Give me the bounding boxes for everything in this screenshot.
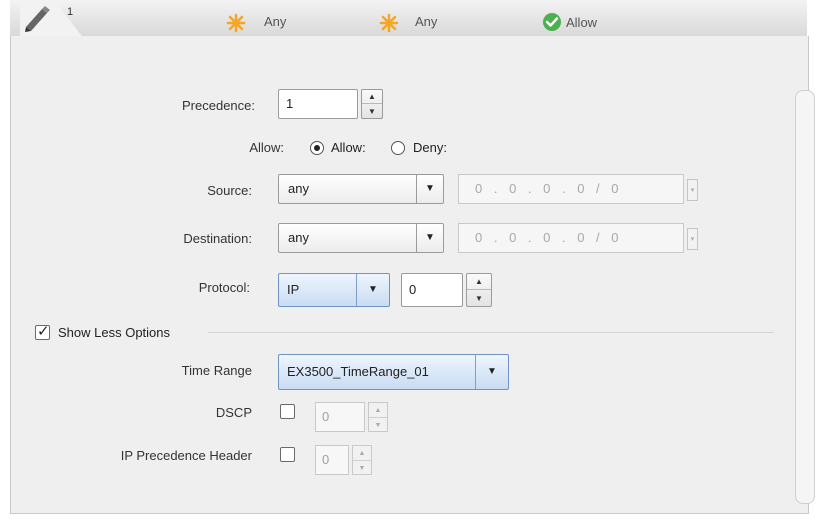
rule-number: 1 <box>67 6 74 18</box>
deny-radio[interactable] <box>391 141 405 155</box>
rule-summary-bar[interactable]: 1 Any Any Allow <box>10 0 807 44</box>
pencil-icon[interactable] <box>22 4 54 32</box>
source-ip-field[interactable]: 0 . 0 . 0 . 0 / 0 <box>458 174 684 204</box>
show-less-options-label[interactable]: Show Less Options <box>58 325 170 340</box>
chevron-up-icon[interactable]: ▲ <box>369 403 387 418</box>
allow-option-label[interactable]: Allow: <box>331 140 366 155</box>
protocol-select-value: IP <box>287 282 300 297</box>
source-ip-stepper[interactable]: ▾ <box>687 179 698 201</box>
chevron-down-icon[interactable]: ▼ <box>369 418 387 432</box>
dscp-input[interactable]: 0 <box>315 402 365 432</box>
ip-precedence-header-stepper[interactable]: ▲ ▼ <box>352 445 372 475</box>
precedence-input[interactable]: 1 <box>278 89 358 119</box>
dscp-label: DSCP <box>215 405 252 420</box>
destination-select[interactable]: any ▼ <box>278 223 444 253</box>
show-less-options-checkbox[interactable] <box>35 322 50 340</box>
destination-ip-stepper[interactable]: ▾ <box>687 228 698 250</box>
protocol-select[interactable]: IP ▼ <box>278 273 390 307</box>
time-range-select-value: EX3500_TimeRange_01 <box>287 364 429 379</box>
sun-asterisk-icon <box>226 13 246 33</box>
destination-label: Destination: <box>183 231 252 246</box>
chevron-up-icon[interactable]: ▲ <box>467 274 491 290</box>
ip-precedence-header-input[interactable]: 0 <box>315 445 349 475</box>
destination-ip-field[interactable]: 0 . 0 . 0 . 0 / 0 <box>458 223 684 253</box>
chevron-up-icon[interactable]: ▲ <box>353 446 371 461</box>
precedence-stepper[interactable]: ▲ ▼ <box>361 89 383 119</box>
dscp-checkbox[interactable] <box>280 404 295 419</box>
action-summary: Allow <box>566 15 598 30</box>
source-summary: Any <box>264 14 287 29</box>
protocol-label: Protocol: <box>198 280 250 295</box>
chevron-down-icon[interactable]: ▼ <box>416 175 443 203</box>
chevron-down-icon[interactable]: ▼ <box>475 355 508 389</box>
ip-precedence-header-label: IP Precedence Header <box>120 448 252 463</box>
source-label: Source: <box>207 183 252 198</box>
time-range-select[interactable]: EX3500_TimeRange_01 ▼ <box>278 354 509 390</box>
time-range-label: Time Range <box>181 363 252 378</box>
destination-summary: Any <box>415 14 438 29</box>
source-select-value: any <box>288 181 309 196</box>
sun-asterisk-icon <box>379 13 399 33</box>
allow-radio[interactable] <box>310 141 324 155</box>
source-select[interactable]: any ▼ <box>278 174 444 204</box>
precedence-label: Precedence: <box>182 98 255 113</box>
green-check-circle-icon <box>542 12 562 32</box>
chevron-down-icon[interactable]: ▼ <box>362 104 382 118</box>
chevron-down-icon[interactable]: ▼ <box>467 290 491 306</box>
chevron-down-icon[interactable]: ▼ <box>416 224 443 252</box>
deny-option-label[interactable]: Deny: <box>413 140 447 155</box>
ip-precedence-header-checkbox[interactable] <box>280 447 295 462</box>
vertical-scrollbar[interactable] <box>795 90 815 504</box>
dscp-stepper[interactable]: ▲ ▼ <box>368 402 388 432</box>
protocol-number-input[interactable]: 0 <box>401 273 463 307</box>
chevron-down-icon[interactable]: ▼ <box>356 274 389 306</box>
section-divider <box>208 332 774 333</box>
chevron-down-icon[interactable]: ▼ <box>353 461 371 475</box>
allow-label: Allow: <box>249 140 284 155</box>
protocol-number-stepper[interactable]: ▲ ▼ <box>466 273 492 307</box>
destination-select-value: any <box>288 230 309 245</box>
chevron-up-icon[interactable]: ▲ <box>362 90 382 104</box>
